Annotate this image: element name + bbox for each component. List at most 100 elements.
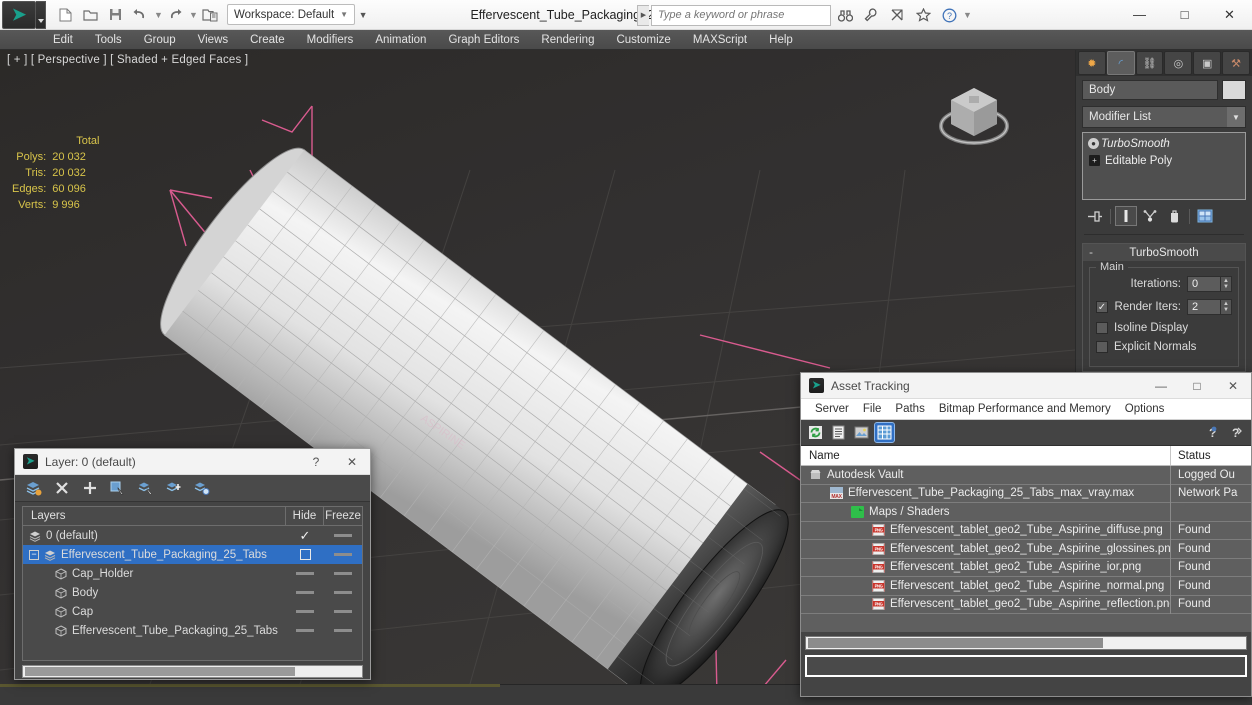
menu-item-modifiers[interactable]: Modifiers <box>296 30 365 50</box>
explicit-normals-row[interactable]: Explicit Normals <box>1096 341 1232 353</box>
help-icon[interactable]: ? <box>937 4 961 26</box>
layer-dialog-help-button[interactable]: ? <box>298 449 334 475</box>
project-folder-icon[interactable] <box>199 4 221 26</box>
isoline-display-checkbox[interactable] <box>1096 322 1108 334</box>
layer-settings-button[interactable] <box>192 479 211 498</box>
asset-row[interactable]: Maps / Shaders <box>801 502 1251 522</box>
asset-status-field[interactable] <box>805 655 1247 677</box>
asset-row[interactable]: MAX Effervescent_Tube_Packaging_25_Tabs_m… <box>801 484 1251 503</box>
list-view-icon[interactable] <box>829 423 848 442</box>
layer-hide-cell[interactable] <box>286 591 324 594</box>
workspace-selector[interactable]: Workspace: Default ▼ <box>227 4 356 25</box>
search-input[interactable] <box>658 9 830 21</box>
render-iters-checkbox[interactable]: ✓ <box>1096 301 1108 313</box>
layer-freeze-cell[interactable] <box>324 534 362 537</box>
asset-menu-paths[interactable]: Paths <box>888 399 931 420</box>
layer-hide-cell[interactable] <box>286 610 324 613</box>
layer-freeze-cell[interactable] <box>324 629 362 632</box>
layer-row[interactable]: Cap_Holder <box>23 564 362 583</box>
asset-maximize-button[interactable]: □ <box>1179 373 1215 399</box>
stack-item-editable-poly[interactable]: + Editable Poly <box>1083 152 1245 169</box>
wrench-icon[interactable] <box>859 4 883 26</box>
search-input-wrapper[interactable] <box>651 4 831 26</box>
select-objects-in-layer-button[interactable] <box>108 479 127 498</box>
help-dropdown-caret[interactable]: ▼ <box>963 10 972 20</box>
layer-hide-cell[interactable] <box>286 572 324 575</box>
asset-row[interactable]: PNG Effervescent_tablet_geo2_Tube_Aspirin… <box>801 595 1251 614</box>
undo-icon[interactable] <box>129 4 151 26</box>
pin-stack-button[interactable] <box>1084 206 1106 226</box>
create-tab[interactable]: ✹ <box>1078 51 1106 75</box>
close-button[interactable]: ✕ <box>1207 0 1252 29</box>
menu-item-create[interactable]: Create <box>239 30 296 50</box>
layer-list[interactable]: Layers Hide Freeze 0 (default) ✓ − Efferves… <box>22 506 363 661</box>
layer-hide-cell[interactable]: ✓ <box>286 528 324 544</box>
asset-row[interactable]: PNG Effervescent_tablet_geo2_Tube_Aspirin… <box>801 558 1251 577</box>
layer-hide-checkbox[interactable] <box>299 549 311 560</box>
layer-row[interactable]: Cap <box>23 602 362 621</box>
save-file-icon[interactable] <box>104 4 126 26</box>
modifier-list-dropdown[interactable]: Modifier List ▼ <box>1082 106 1246 128</box>
display-tab[interactable]: ▣ <box>1193 51 1222 75</box>
layer-freeze-cell[interactable] <box>324 610 362 613</box>
render-iters-input[interactable]: 2 <box>1187 299 1221 315</box>
menu-item-rendering[interactable]: Rendering <box>530 30 605 50</box>
application-menu-caret[interactable] <box>36 0 46 29</box>
object-color-swatch[interactable] <box>1222 80 1246 100</box>
motion-tab[interactable]: ◎ <box>1164 51 1193 75</box>
menu-item-tools[interactable]: Tools <box>84 30 133 50</box>
add-selection-to-layer-button[interactable] <box>164 479 183 498</box>
explicit-normals-checkbox[interactable] <box>1096 341 1108 353</box>
asset-menu-options[interactable]: Options <box>1118 399 1172 420</box>
configure-modifier-sets-button[interactable] <box>1194 206 1216 226</box>
layer-row[interactable]: Effervescent_Tube_Packaging_25_Tabs <box>23 621 362 640</box>
layer-row[interactable]: Body <box>23 583 362 602</box>
create-new-layer-button[interactable] <box>24 479 43 498</box>
layer-dialog-close-button[interactable]: ✕ <box>334 449 370 475</box>
menu-item-views[interactable]: Views <box>187 30 239 50</box>
refresh-icon[interactable] <box>806 423 825 442</box>
menu-item-customize[interactable]: Customize <box>605 30 681 50</box>
layer-horizontal-scrollbar[interactable] <box>22 665 363 678</box>
menu-item-graph-editors[interactable]: Graph Editors <box>437 30 530 50</box>
expand-collapse-icon[interactable]: − <box>29 549 39 560</box>
asset-scrollbar-thumb[interactable] <box>808 638 1103 648</box>
asset-menu-file[interactable]: File <box>856 399 889 420</box>
menu-item-edit[interactable]: Edit <box>42 30 84 50</box>
menu-item-maxscript[interactable]: MAXScript <box>682 30 758 50</box>
asset-minimize-button[interactable]: — <box>1143 373 1179 399</box>
layer-freeze-cell[interactable] <box>324 572 362 575</box>
favorites-star-icon[interactable] <box>911 4 935 26</box>
menu-item-help[interactable]: Help <box>758 30 804 50</box>
show-end-result-button[interactable] <box>1115 206 1137 226</box>
delete-layer-button[interactable] <box>52 479 71 498</box>
hierarchy-tab[interactable]: ⛓ <box>1135 51 1164 75</box>
add-layer-button[interactable] <box>80 479 99 498</box>
layer-hide-cell[interactable] <box>286 549 324 560</box>
open-file-icon[interactable] <box>79 4 101 26</box>
asset-row[interactable]: PNG Effervescent_tablet_geo2_Tube_Aspirin… <box>801 521 1251 540</box>
utilities-tab[interactable]: ⚒ <box>1222 51 1250 75</box>
grid-view-icon[interactable] <box>874 422 895 443</box>
layer-scrollbar-thumb[interactable] <box>25 667 295 676</box>
object-name-field[interactable]: Body <box>1082 80 1218 100</box>
layer-row[interactable]: 0 (default) ✓ <box>23 526 362 545</box>
rollout-header[interactable]: - TurboSmooth <box>1083 244 1245 261</box>
asset-list[interactable]: Autodesk Vault Logged Ou MAX Effervescent_T… <box>801 465 1251 614</box>
asset-menu-bitmap-performance-and-memory[interactable]: Bitmap Performance and Memory <box>932 399 1118 420</box>
menu-item-group[interactable]: Group <box>133 30 187 50</box>
asset-horizontal-scrollbar[interactable] <box>805 636 1247 650</box>
workspace-dropdown-button[interactable]: ▼ <box>355 4 371 25</box>
layer-hide-cell[interactable] <box>286 629 324 632</box>
new-file-icon[interactable] <box>54 4 76 26</box>
context-help-icon[interactable]: ? <box>1225 423 1244 442</box>
help-icon[interactable]: ? <box>1200 423 1219 442</box>
asset-close-button[interactable]: ✕ <box>1215 373 1251 399</box>
redo-icon[interactable] <box>164 4 186 26</box>
application-menu-button[interactable]: ➤ <box>2 0 36 29</box>
maximize-button[interactable]: □ <box>1162 0 1207 29</box>
redo-dropdown-caret[interactable]: ▼ <box>189 10 198 20</box>
remove-modifier-button[interactable] <box>1163 206 1185 226</box>
minimize-button[interactable]: — <box>1117 0 1162 29</box>
stack-item-turbosmooth[interactable]: ● TurboSmooth <box>1083 135 1245 152</box>
